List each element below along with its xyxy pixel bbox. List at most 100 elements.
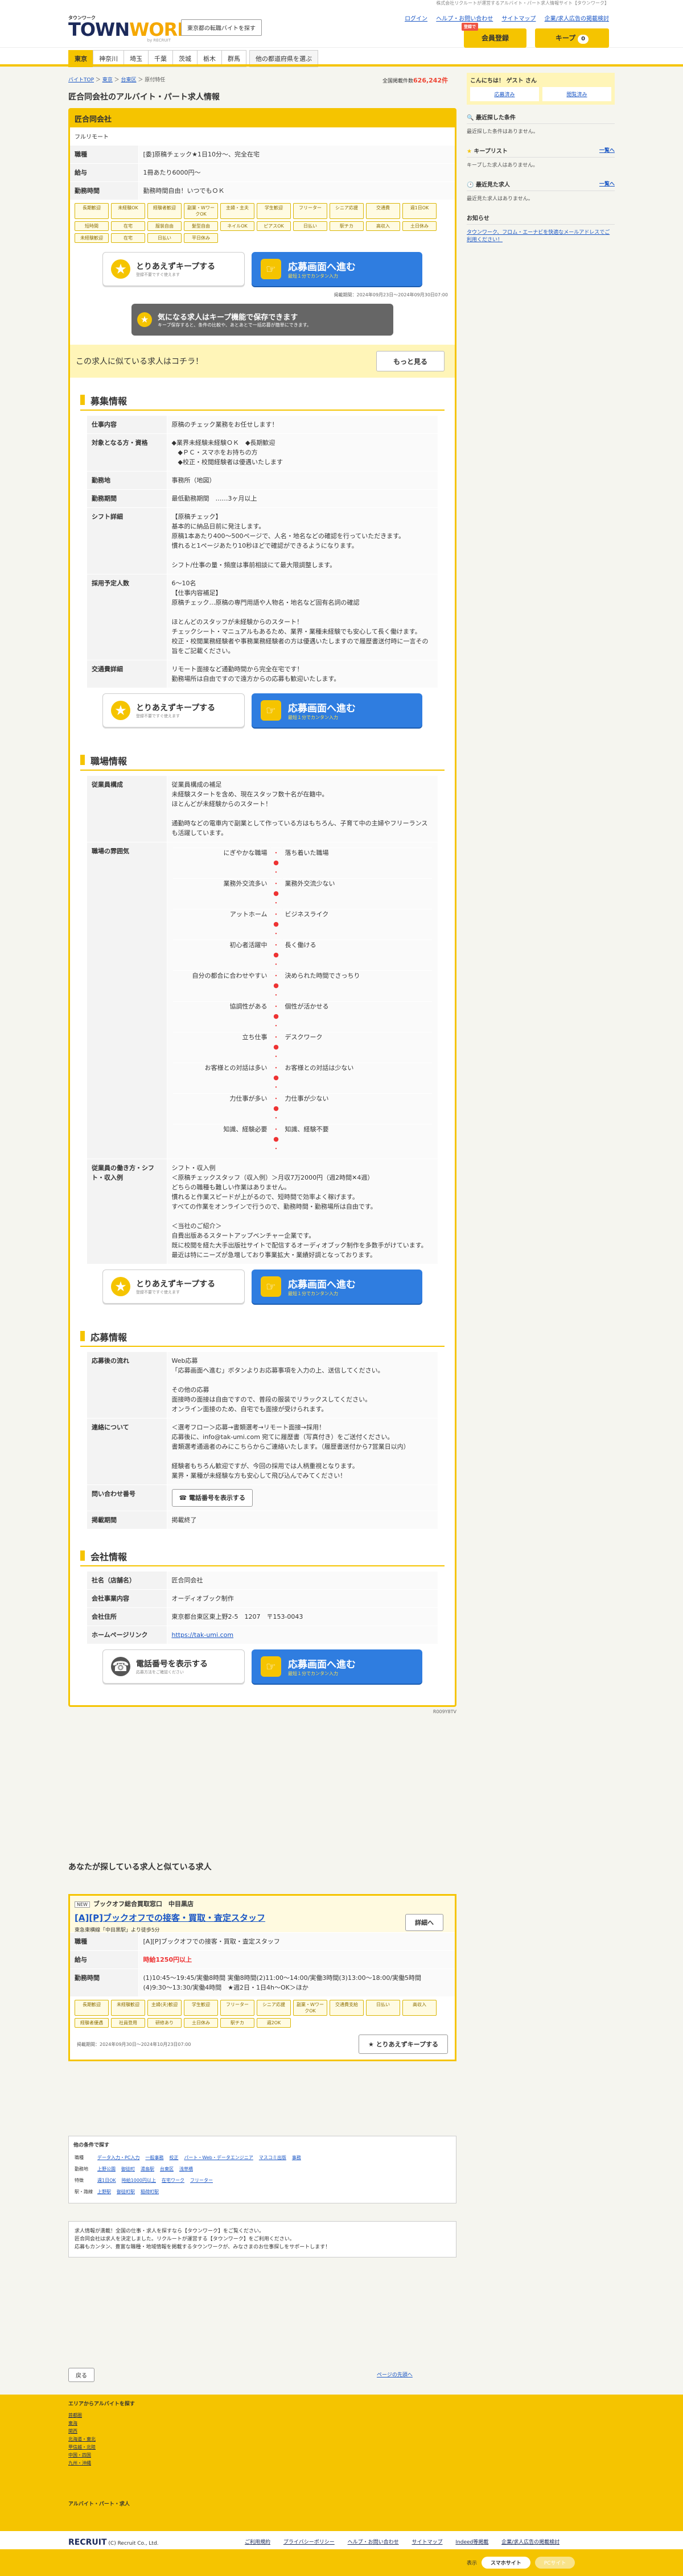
condition-link[interactable]: 一般事務	[145, 2155, 163, 2160]
row-value: ◆業界未経験未経験ＯＫ ◆長期歓迎 ◆ＰＣ・スマホをお持ちの方 ◆校正・校閲経験…	[166, 433, 438, 472]
footer-area-item[interactable]: 関西	[68, 2428, 96, 2436]
section-title-recruit: 募集情報	[80, 394, 445, 411]
top-links: ログイン ヘルプ・お問い合わせ サイトマップ 企業/求人広告の掲載検討	[398, 14, 609, 22]
logo[interactable]: タウンワーク TOWNWORK by RECRUIT	[68, 15, 191, 43]
feature-tag: 経験者歓迎	[147, 203, 182, 219]
condition-link[interactable]: 御徒町駅	[117, 2189, 135, 2194]
section-title-workplace: 職場情報	[80, 754, 445, 771]
footer-area-item[interactable]: 甲信越・北陸	[68, 2443, 96, 2451]
condition-link[interactable]: 週1日OK	[97, 2178, 116, 2183]
star-icon: ★	[111, 259, 130, 279]
job-id: R009Y8TV	[433, 1709, 456, 1714]
feature-tag: 副業・WワークOK	[293, 2000, 327, 2016]
breadcrumb-item[interactable]: 台東区	[121, 77, 137, 83]
sitemap-link[interactable]: サイトマップ	[412, 2540, 442, 2545]
atmosphere-left: にぎやかな職場	[172, 847, 270, 877]
page-top-link[interactable]: ページの先頭へ	[377, 2371, 413, 2378]
table-row: 給与 1冊あたり6000円〜	[70, 163, 455, 182]
row-key: 採用予定人数	[87, 574, 167, 660]
copyright: (C) Recruit Co., Ltd.	[108, 2541, 159, 2546]
keep-list-more[interactable]: 一覧へ	[599, 146, 615, 155]
apply-button[interactable]: ☞ 応募画面へ進む 最短１分でカンタン入力	[252, 693, 422, 727]
condition-link[interactable]: 時給1000円以上	[122, 2178, 156, 2183]
feature-tag: ピアスOK	[257, 221, 291, 231]
footer-area-item[interactable]: 首都圏	[68, 2412, 96, 2420]
advertise-link[interactable]: 企業/求人広告の掲載検討	[501, 2540, 559, 2545]
condition-link[interactable]: 湯島駅	[141, 2166, 154, 2172]
condition-link[interactable]: パート・Web・データエンジニア	[184, 2155, 253, 2160]
smartphone-site-button[interactable]: スマホサイト	[482, 2557, 530, 2569]
pc-site-button[interactable]: PCサイト	[534, 2557, 575, 2569]
help-link[interactable]: ヘルプ・お問い合わせ	[348, 2540, 399, 2545]
detail-button[interactable]: 詳細へ	[405, 1914, 443, 1931]
row-value: 最低勤務期間 ……3ヶ月以上	[166, 489, 438, 508]
help-link[interactable]: ヘルプ・お問い合わせ	[436, 16, 493, 22]
apply-button[interactable]: ☞ 応募画面へ進む 最短１分でカンタン入力	[252, 1270, 422, 1304]
more-button[interactable]: もっと見る	[376, 351, 445, 371]
homepage-link[interactable]: https://tak-umi.com	[172, 1631, 234, 1639]
keep-title: キープリスト	[474, 148, 508, 155]
phone-button[interactable]: ☎ 電話番号を表示する	[171, 1489, 253, 1507]
sitemap-link[interactable]: サイトマップ	[501, 16, 536, 22]
table-row: 仕事内容 原稿のチェック業務をお任せします！	[87, 415, 438, 434]
atmosphere-row: アットホーム・ ● ・ビジネスライク	[172, 909, 432, 938]
atmosphere-right: 落ち着いた職場	[282, 847, 432, 877]
region-button[interactable]: 東京都の転職バイトを探す	[181, 19, 262, 36]
viewed-link[interactable]: 閲覧済み	[542, 87, 611, 101]
keep-button[interactable]: ★ とりあえずキープする 登録不要ですぐ使えます	[102, 693, 245, 727]
footer-area-item[interactable]: 中国・四国	[68, 2451, 96, 2459]
login-link[interactable]: ログイン	[405, 16, 427, 22]
condition-link[interactable]: 浅草橋	[179, 2166, 193, 2172]
condition-link[interactable]: 稲荷町駅	[141, 2189, 159, 2194]
condition-link[interactable]: 事務	[292, 2155, 301, 2160]
search-icon: 🔍 最近探した条件	[467, 115, 516, 121]
row-key: 対象となる方・資格	[87, 433, 167, 472]
phone-display-button[interactable]: ☎ 電話番号を表示する 応募方法をご確認ください	[102, 1649, 245, 1684]
apply-button[interactable]: ☞ 応募画面へ進む 最短１分でカンタン入力	[252, 1649, 422, 1684]
apply-button[interactable]: ☞ 応募画面へ進む 最短１分でカンタン入力	[252, 252, 422, 286]
footer-area-item[interactable]: 九州・沖縄	[68, 2459, 96, 2467]
indeed-link[interactable]: Indeed等掲載	[455, 2540, 488, 2545]
footer-area-item[interactable]: 北海道・東北	[68, 2436, 96, 2443]
related-keep-button[interactable]: ★ とりあえずキープする	[358, 2035, 448, 2054]
terms-link[interactable]: ご利用規約	[245, 2540, 270, 2545]
phone-button-label: 電話番号を表示する	[189, 1494, 246, 1502]
condition-link[interactable]: 上野駅	[97, 2189, 111, 2194]
condition-link[interactable]: マスコミ出版	[259, 2155, 286, 2160]
atmosphere-left: 業務外交流多い	[172, 878, 270, 908]
condition-link[interactable]: 御徒町	[121, 2166, 135, 2172]
breadcrumb-item[interactable]: 東京	[102, 77, 113, 83]
atmosphere-dots: ・ ● ・	[270, 909, 282, 938]
condition-link[interactable]: 上野公園	[97, 2166, 116, 2172]
breadcrumb-item[interactable]: バイトTOP	[68, 77, 94, 83]
feature-tag: 駅チカ	[220, 2018, 254, 2028]
keep-header-button[interactable]: キープ 0	[535, 28, 609, 48]
table-row: 勤務時間 勤務時間自由！いつでもＯＫ	[70, 181, 455, 200]
member-register-button[interactable]: 登録で 会員登録	[462, 23, 526, 48]
recently-viewed-header: 🕑 最近見た求人 一覧へ	[467, 177, 615, 191]
keep-button[interactable]: ★ とりあえずキープする 登録不要ですぐ使えます	[102, 252, 245, 286]
row-value: シフト・収入例 ＜原稿チェックスタッフ（収入例）＞月収7万2000円（週2時間✕…	[166, 1159, 438, 1264]
condition-link[interactable]: データ入力・PC入力	[97, 2155, 139, 2160]
condition-link[interactable]: 校正	[169, 2155, 178, 2160]
related-company: ブックオフ総合買取窓口 中目黒店	[93, 1900, 194, 1908]
news-link[interactable]: タウンワーク、フロム・エーナビを快適なメールアドレスでご利用ください！	[467, 230, 610, 243]
applied-link[interactable]: 応募済み	[470, 87, 539, 101]
keep-button[interactable]: ★ とりあえずキープする 登録不要ですぐ使えます	[102, 1270, 245, 1304]
row-value: ☎ 電話番号を表示する	[166, 1485, 438, 1511]
condition-link[interactable]: 在宅ワーク	[162, 2178, 184, 2183]
greeting-box: こんにちは！ ゲスト さん 応募済み 閲覧済み	[467, 73, 615, 105]
related-title[interactable]: [A][P]ブックオフでの接客・買取・査定スタッフ	[75, 1912, 450, 1924]
condition-link[interactable]: 台東区	[160, 2166, 174, 2172]
nav-underline	[0, 64, 683, 67]
keep-feature-banner: ★ 気になる求人はキープ機能で保存できます キープ保存すると、条件の比較や、あとあ…	[131, 304, 393, 336]
condition-link[interactable]: フリーター	[190, 2178, 213, 2183]
footer-area-item[interactable]: 東海	[68, 2420, 96, 2428]
privacy-link[interactable]: プライバシーポリシー	[283, 2540, 335, 2545]
conditions-table: 職種 データ入力・PC入力 一般事務 校正 パート・Web・データエンジニア マスコミ出版…	[73, 2152, 311, 2198]
viewed-more[interactable]: 一覧へ	[599, 180, 615, 188]
row-key: 給与	[70, 1950, 138, 1969]
keep-subtext: 登録不要ですぐ使えます	[136, 272, 180, 277]
back-button[interactable]: 戻る	[68, 2368, 94, 2382]
advertise-link[interactable]: 企業/求人広告の掲載検討	[545, 16, 609, 22]
